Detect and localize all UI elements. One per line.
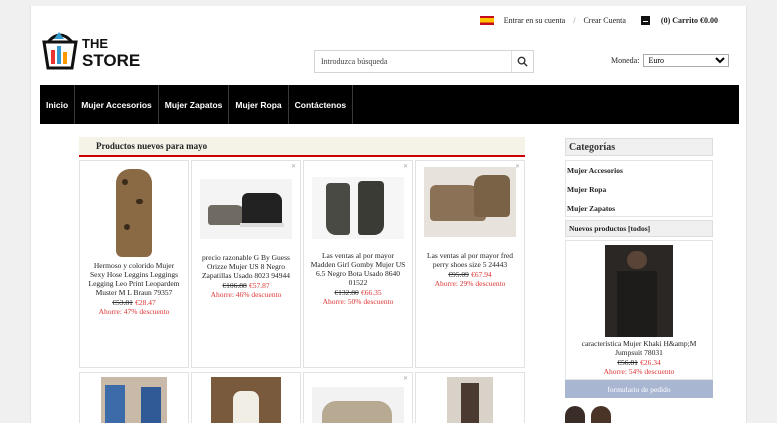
product-card[interactable]	[79, 372, 189, 423]
category-mujer-accesorios[interactable]: Mujer Accesorios	[566, 161, 712, 180]
cart-link[interactable]: (0) Carrito €0.00	[661, 16, 718, 25]
product-card[interactable]	[191, 372, 301, 423]
currency-selector: Moneda: Euro	[611, 54, 730, 67]
product-new-price: €28.47	[135, 298, 156, 307]
product-card[interactable]: ✕ Las ventas al por mayor Madden Girl Go…	[303, 160, 413, 368]
product-new-price: €66.35	[361, 288, 382, 297]
products-title: Productos nuevos para mayo	[79, 137, 525, 157]
product-name[interactable]: Las ventas al por mayor Madden Girl Gomb…	[304, 239, 412, 287]
product-discount: Ahorre: 47% descuento	[98, 307, 170, 316]
store-logo[interactable]: THE STORE	[40, 28, 144, 72]
product-discount: Ahorre: 50% descuento	[322, 297, 394, 306]
product-card[interactable]: Hermoso y colorido Mujer Sexy Hose Leggi…	[79, 160, 189, 368]
product-image[interactable]	[200, 179, 292, 239]
login-link[interactable]: Entrar en su cuenta	[504, 16, 566, 25]
product-old-price: €106.88	[222, 281, 247, 290]
sidebar-thumbnails	[565, 406, 713, 423]
nav-item-contactenos[interactable]: Contáctenos	[289, 85, 354, 124]
search-icon	[517, 56, 528, 67]
product-image[interactable]	[312, 387, 404, 423]
close-icon: ✕	[402, 376, 408, 382]
svg-text:THE: THE	[82, 36, 108, 51]
featured-product-name[interactable]: característica Mujer Khaki H&amp;M Jumps…	[566, 337, 712, 357]
product-image[interactable]	[447, 377, 493, 423]
categories-list: Mujer Accesorios Mujer Ropa Mujer Zapato…	[565, 160, 713, 217]
product-old-price: €132.80	[334, 288, 359, 297]
product-name[interactable]: Las ventas al por mayor fred perry shoes…	[416, 237, 524, 269]
featured-product-image[interactable]	[605, 245, 673, 337]
order-form-button[interactable]: formulario de pedido	[565, 380, 713, 398]
product-card[interactable]: ✕ precio razonable G By Guess Orizze Muj…	[191, 160, 301, 368]
create-account-link[interactable]: Crear Cuenta	[583, 16, 625, 25]
currency-label: Moneda:	[611, 56, 640, 65]
thumbnail-image[interactable]	[565, 406, 585, 423]
nav-item-mujer-accesorios[interactable]: Mujer Accesorios	[75, 85, 159, 124]
new-products-title[interactable]: Nuevos productos [todos]	[565, 220, 713, 237]
product-card[interactable]	[415, 372, 525, 423]
product-old-price: €53.81	[112, 298, 133, 307]
product-image[interactable]	[211, 377, 281, 423]
product-image[interactable]	[424, 167, 516, 237]
nav-item-mujer-zapatos[interactable]: Mujer Zapatos	[159, 85, 230, 124]
page: THE STORE Entrar en su cuenta / Crear Cu…	[30, 6, 747, 423]
spain-flag-icon[interactable]	[479, 16, 494, 25]
nav-item-mujer-ropa[interactable]: Mujer Ropa	[229, 85, 289, 124]
featured-product[interactable]: característica Mujer Khaki H&amp;M Jumps…	[565, 240, 713, 380]
close-icon: ✕	[402, 164, 408, 170]
thumbnail-image[interactable]	[591, 406, 611, 423]
product-card[interactable]: ✕ Las ventas al por mayor fred perry sho…	[415, 160, 525, 368]
currency-select[interactable]: Euro	[643, 54, 730, 67]
product-name[interactable]: precio razonable G By Guess Orizze Mujer…	[192, 239, 300, 280]
product-image[interactable]	[116, 169, 152, 257]
featured-old-price: €56.81	[617, 358, 638, 367]
nav-item-inicio[interactable]: Inicio	[40, 85, 76, 124]
product-new-price: €67.94	[471, 270, 492, 279]
featured-discount: Ahorre: 54% descuento	[603, 367, 675, 376]
product-new-price: €57.87	[249, 281, 270, 290]
cart-icon[interactable]	[640, 16, 650, 25]
category-mujer-ropa[interactable]: Mujer Ropa	[566, 180, 712, 199]
search-box	[314, 50, 534, 73]
product-old-price: €95.09	[448, 270, 469, 279]
top-links: Entrar en su cuenta / Crear Cuenta (0) C…	[479, 16, 718, 25]
product-discount: Ahorre: 29% descuento	[434, 279, 506, 288]
svg-text:STORE: STORE	[82, 51, 140, 70]
main-nav: Inicio Mujer Accesorios Mujer Zapatos Mu…	[40, 85, 739, 124]
search-button[interactable]	[511, 51, 533, 72]
product-image[interactable]	[312, 177, 404, 239]
category-mujer-zapatos[interactable]: Mujer Zapatos	[566, 199, 712, 218]
product-name[interactable]: Hermoso y colorido Mujer Sexy Hose Leggi…	[80, 257, 188, 297]
close-icon: ✕	[290, 164, 296, 170]
product-discount: Ahorre: 46% descuento	[210, 290, 282, 299]
search-input[interactable]	[315, 51, 511, 72]
separator: /	[573, 16, 576, 25]
featured-new-price: €26.34	[640, 358, 661, 367]
categories-title: Categorías	[565, 138, 713, 156]
product-image[interactable]	[101, 377, 167, 423]
product-card[interactable]: ✕	[303, 372, 413, 423]
